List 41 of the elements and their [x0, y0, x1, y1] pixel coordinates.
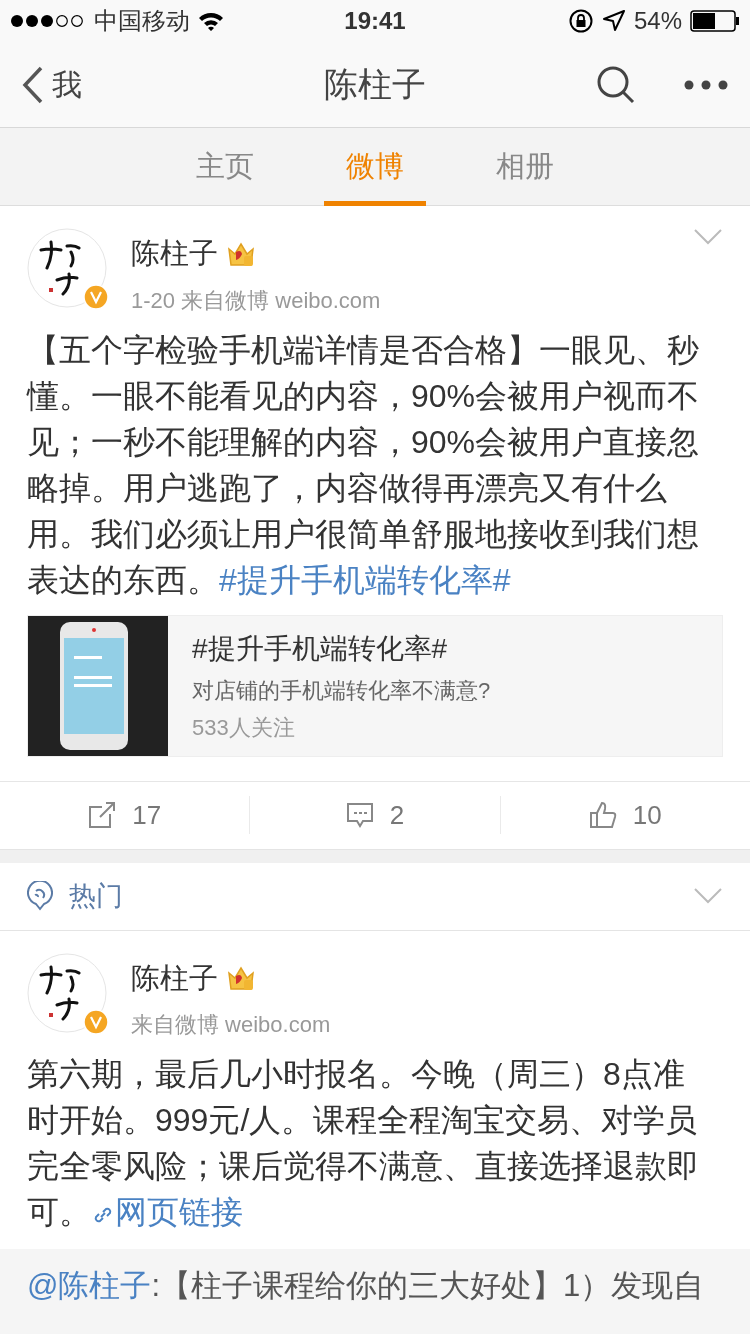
- comment-icon: [345, 801, 374, 829]
- follower-count: 533人关注: [192, 713, 296, 742]
- back-icon: [22, 65, 44, 104]
- quoted-text: @陈柱子:【柱子课程给你的三大好处】1）发现自: [27, 1267, 706, 1305]
- section-label: 热门: [69, 879, 124, 913]
- profile-tab[interactable]: 相册: [474, 128, 576, 206]
- author-name[interactable]: 陈柱子: [131, 232, 218, 276]
- action-button[interactable]: 2: [250, 789, 500, 841]
- more-button[interactable]: [684, 79, 728, 90]
- crown-icon: [226, 964, 256, 993]
- status-time: 19:41: [344, 6, 406, 36]
- battery-percent: 54%: [633, 6, 682, 36]
- post-text: 第六期，最后几小时报名。今晚（周三）8点准时开始。999元/人。课程全程淘宝交易、对学员完全零风险；课后觉得不满意、直接选择退款即可。 网页链接: [27, 1055, 700, 1232]
- search-button[interactable]: [596, 64, 636, 105]
- topic-title: #提升手机端转化率#: [192, 631, 449, 666]
- post-text: 【五个字检验手机端详情是否合格】一眼见、秒懂。一眼不能看见的内容，90%会被用户视而不见；一秒不能理解的内容，90%会被用户直接忽略掉。用户逃跑了，内容做得再漂亮又有什么用。我们必须让用户很简单舒服地接收到我们想表达的东西。#提升手机端转化率#: [27, 330, 701, 600]
- topic-description: 对店铺的手机端转化率不满意?: [192, 676, 491, 705]
- thumbs-up-icon: [588, 801, 617, 829]
- battery-icon: [690, 10, 740, 32]
- hashtag-link[interactable]: #提升手机端转化率#: [219, 561, 511, 598]
- topic-card[interactable]: #提升手机端转化率# 对店铺的手机端转化率不满意? 533人关注: [27, 614, 723, 757]
- post-meta: 来自微博 weibo.com: [131, 1011, 332, 1039]
- repost-icon: [88, 801, 117, 829]
- page-title: 陈柱子: [323, 64, 427, 105]
- action-button[interactable]: 10: [500, 789, 750, 841]
- author-name[interactable]: 陈柱子: [131, 956, 218, 1000]
- action-button[interactable]: 17: [0, 789, 250, 841]
- profile-tab[interactable]: 主页: [174, 128, 276, 206]
- hot-topic-icon: [27, 881, 53, 911]
- profile-tab[interactable]: 微博: [324, 128, 426, 206]
- web-link[interactable]: 网页链接: [91, 1194, 243, 1230]
- mention-link[interactable]: @陈柱子: [27, 1268, 152, 1303]
- signal-icon: [10, 12, 86, 30]
- verified-badge-icon: [83, 284, 109, 310]
- post-meta: 1-20 来自微博 weibo.com: [131, 286, 382, 315]
- wifi-icon: [198, 11, 224, 31]
- carrier-name: 中国移动: [94, 6, 190, 36]
- back-button[interactable]: 我: [22, 62, 82, 107]
- verified-badge-icon: [83, 1008, 109, 1035]
- rotation-lock-icon: [567, 8, 594, 34]
- location-icon: [601, 9, 626, 33]
